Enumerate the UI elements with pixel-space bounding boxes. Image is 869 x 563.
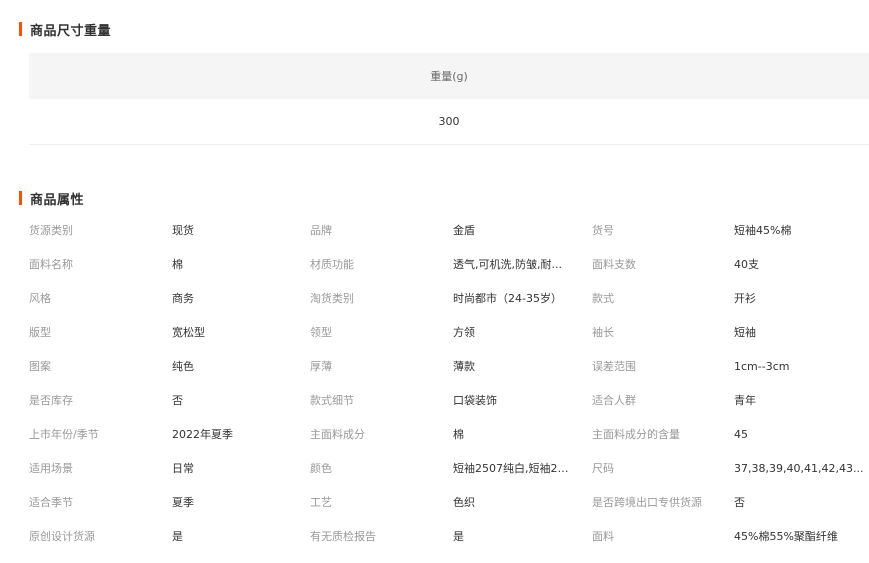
attribute-row: 风格 商务 淘货类别 时尚都市（24-35岁） 款式 开衫 [29,282,869,316]
attribute-value: 否 [172,394,183,407]
attribute-label: 误差范围 [592,360,636,373]
attribute-value: 37,38,39,40,41,42,43... [734,462,864,475]
attribute-value: 青年 [734,394,756,407]
attribute-label: 适合人群 [592,394,636,407]
attribute-value: 是 [172,530,183,543]
attribute-label: 面料 [592,530,614,543]
attribute-value: 45%棉55%聚酯纤维 [734,530,838,543]
attribute-label: 适用场景 [29,462,73,475]
attribute-value: 现货 [172,224,194,237]
attribute-value: 方领 [453,326,475,339]
attribute-label: 厚薄 [310,360,332,373]
attribute-row: 是否库存 否 款式细节 口袋装饰 适合人群 青年 [29,384,869,418]
attribute-value: 40支 [734,258,759,271]
attribute-row: 版型 宽松型 领型 方领 袖长 短袖 [29,316,869,350]
attribute-label: 是否库存 [29,394,73,407]
attribute-value: 口袋装饰 [453,394,497,407]
attribute-value: 短袖 [734,326,756,339]
attribute-row: 面料名称 棉 材质功能 透气,可机洗,防皱,耐... 面料支数 40支 [29,248,869,282]
attribute-row: 适合季节 夏季 工艺 色织 是否跨境出口专供货源 否 [29,486,869,520]
weight-value-cell: 300 [29,99,869,145]
attribute-label: 领型 [310,326,332,339]
attribute-row: 图案 纯色 厚薄 薄款 误差范围 1cm--3cm [29,350,869,384]
attribute-label: 款式 [592,292,614,305]
attribute-label: 风格 [29,292,51,305]
attribute-value: 夏季 [172,496,194,509]
attribute-label: 货源类别 [29,224,73,237]
attribute-value: 1cm--3cm [734,360,790,373]
attribute-value: 棉 [453,428,464,441]
attribute-value: 时尚都市（24-35岁） [453,292,562,305]
attributes-grid: 货源类别 现货 品牌 金盾 货号 短袖45%棉 面料名称棉材质功能 透气,可机洗,防皱,耐..… [29,214,869,554]
attributes-title-text: 商品属性 [30,192,85,208]
attribute-value: 45 [734,428,748,441]
attribute-value: 棉 [172,258,183,271]
attribute-value: 色织 [453,496,475,509]
attribute-value: 薄款 [453,360,475,373]
attribute-value: 商务 [172,292,194,305]
attribute-value: 2022年夏季 [172,428,233,441]
attribute-label: 淘货类别 [310,292,354,305]
attribute-value: 否 [734,496,745,509]
attribute-label: 材质功能 [310,258,354,271]
weight-column-header: 重量(g) [29,53,869,99]
attribute-label: 版型 [29,326,51,339]
attribute-value: 透气,可机洗,防皱,耐... [453,258,562,271]
attribute-value: 是 [453,530,464,543]
attribute-label: 面料支数 [592,258,636,271]
attribute-label: 图案 [29,360,51,373]
attribute-value: 短袖2507纯白,短袖25... [453,462,571,475]
attribute-row: 货源类别 现货 品牌 金盾 货号 短袖45%棉 [29,214,869,248]
attribute-label: 是否跨境出口专供货源 [592,496,702,509]
weight-table: 重量(g) 300 [29,53,869,145]
attribute-value: 纯色 [172,360,194,373]
attribute-label: 颜色 [310,462,332,475]
attribute-value: 宽松型 [172,326,205,339]
attribute-value: 金盾 [453,224,475,237]
attribute-value: 短袖45%棉 [734,224,792,237]
attribute-label: 面料名称 [29,258,73,271]
size-weight-title-text: 商品尺寸重量 [30,23,112,39]
attribute-label: 上市年份/季节 [29,428,99,441]
attribute-row: 适用场景 日常 颜色 短袖2507纯白,短袖25... 尺码 37,38,39,40,41… [29,452,869,486]
attribute-label: 主面料成分的含量 [592,428,680,441]
size-weight-section-title: 商品尺寸重量 [19,21,112,39]
attributes-section-title: 商品属性 [19,190,85,208]
attribute-value: 开衫 [734,292,756,305]
section-accent-bar [19,191,22,205]
attribute-row: 上市年份/季节 2022年夏季 主面料成分 棉 主面料成分的含量 45 [29,418,869,452]
attribute-label: 品牌 [310,224,332,237]
attribute-label: 货号 [592,224,614,237]
attribute-label: 适合季节 [29,496,73,509]
attribute-label: 款式细节 [310,394,354,407]
attribute-value: 日常 [172,462,194,475]
attribute-label: 尺码 [592,462,614,475]
attribute-label: 有无质检报告 [310,530,376,543]
section-accent-bar [19,22,22,36]
attribute-label: 原创设计货源 [29,530,95,543]
attribute-label: 主面料成分 [310,428,365,441]
attribute-label: 袖长 [592,326,614,339]
attribute-row: 原创设计货源 是 有无质检报告 是 面料 45%棉55%聚酯纤维 [29,520,869,554]
attribute-label: 工艺 [310,496,332,509]
